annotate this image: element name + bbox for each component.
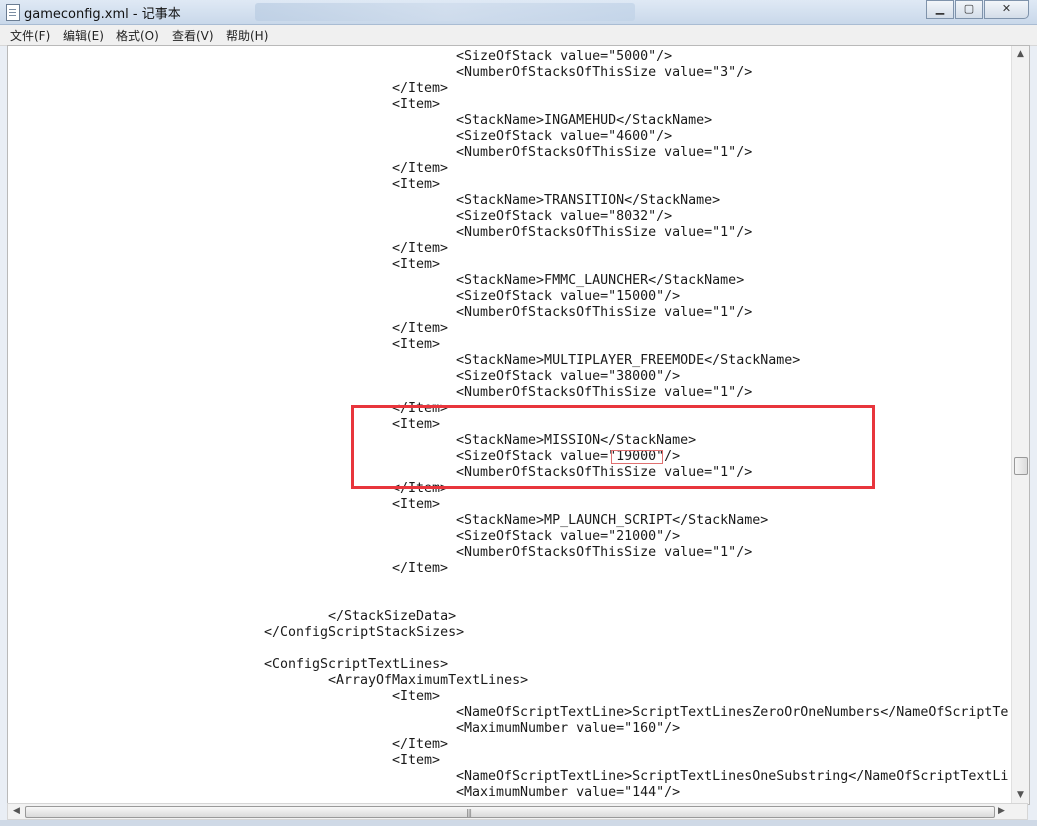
scroll-grip-icon: |||	[466, 808, 472, 817]
menu-view[interactable]: 查看(V)	[172, 27, 214, 44]
window-title: gameconfig.xml - 记事本	[24, 7, 181, 22]
text-line: <NumberOfStacksOfThisSize value="1"/>	[456, 305, 753, 320]
text-line: <SizeOfStack value="4600"/>	[456, 129, 673, 144]
text-line: <Item>	[392, 257, 441, 272]
title-bar: gameconfig.xml - 记事本 ▁ ▢ ✕	[0, 0, 1037, 25]
menu-help[interactable]: 帮助(H)	[226, 27, 268, 44]
text-line: <NumberOfStacksOfThisSize value="3"/>	[456, 65, 753, 80]
text-line: </Item>	[392, 321, 449, 336]
text-line: <NumberOfStacksOfThisSize value="1"/>	[456, 145, 753, 160]
menu-file[interactable]: 文件(F)	[10, 27, 50, 44]
text-line: <ArrayOfMaximumTextLines>	[328, 673, 529, 688]
text-line: <NumberOfStacksOfThisSize value="1"/>	[456, 545, 753, 560]
window-controls: ▁ ▢ ✕	[925, 0, 1029, 19]
horizontal-scroll-thumb[interactable]: |||	[25, 806, 995, 818]
text-line: <StackName>TRANSITION</StackName>	[456, 193, 721, 208]
scroll-down-arrow-icon[interactable]: ▼	[1012, 787, 1029, 804]
text-line: <Item>	[392, 689, 441, 704]
text-line: <SizeOfStack value="15000"/>	[456, 289, 681, 304]
menu-edit[interactable]: 编辑(E)	[63, 27, 104, 44]
menu-bar: 文件(F) 编辑(E) 格式(O) 查看(V) 帮助(H)	[0, 25, 1037, 46]
text-line: <StackName>MULTIPLAYER_FREEMODE</StackNa…	[456, 353, 801, 368]
scroll-left-arrow-icon[interactable]: ◀	[8, 804, 25, 819]
highlight-annotation-box	[351, 405, 875, 489]
text-line: <MaximumNumber value="160"/>	[456, 721, 681, 736]
horizontal-scrollbar[interactable]: ◀ ||| ▶	[7, 803, 1028, 820]
text-line: <NumberOfStacksOfThisSize value="1"/>	[456, 385, 753, 400]
vertical-scrollbar[interactable]: ▲ ▼	[1011, 46, 1029, 804]
text-line: <StackName>INGAMEHUD</StackName>	[456, 113, 713, 128]
text-line: <SizeOfStack value="21000"/>	[456, 529, 681, 544]
text-line: </Item>	[392, 241, 449, 256]
text-line: <NameOfScriptTextLine>ScriptTextLinesZer…	[456, 705, 1009, 720]
scroll-right-arrow-icon[interactable]: ▶	[993, 804, 1010, 819]
text-line: <SizeOfStack value="38000"/>	[456, 369, 681, 384]
text-line: <NameOfScriptTextLine>ScriptTextLinesOne…	[456, 769, 1009, 784]
maximize-button[interactable]: ▢	[955, 0, 983, 19]
text-line: <Item>	[392, 177, 441, 192]
text-line: <StackName>FMMC_LAUNCHER</StackName>	[456, 273, 745, 288]
minimize-button[interactable]: ▁	[926, 0, 954, 19]
text-line: </ConfigScriptStackSizes>	[264, 625, 465, 640]
text-line: <Item>	[392, 97, 441, 112]
blurred-taskbar-region	[255, 3, 635, 21]
text-line: <StackName>MP_LAUNCH_SCRIPT</StackName>	[456, 513, 769, 528]
window-bottom-edge	[0, 820, 1037, 826]
text-line: </StackSizeData>	[328, 609, 457, 624]
notepad-icon	[6, 4, 20, 21]
text-line: <SizeOfStack value="8032"/>	[456, 209, 673, 224]
text-line: <Item>	[392, 497, 441, 512]
text-line: <MaximumNumber value="144"/>	[456, 785, 681, 800]
text-line: <Item>	[392, 753, 441, 768]
menu-format[interactable]: 格式(O)	[116, 27, 159, 44]
text-line: <NumberOfStacksOfThisSize value="1"/>	[456, 225, 753, 240]
vertical-scroll-thumb[interactable]	[1014, 457, 1028, 475]
close-button[interactable]: ✕	[984, 0, 1029, 19]
text-line: </Item>	[392, 161, 449, 176]
selection-outline	[611, 450, 663, 464]
text-line: <Item>	[392, 337, 441, 352]
scroll-up-arrow-icon[interactable]: ▲	[1012, 46, 1029, 63]
text-line: <ConfigScriptTextLines>	[264, 657, 449, 672]
text-line: </Item>	[392, 81, 449, 96]
text-line: </Item>	[392, 737, 449, 752]
text-line: <SizeOfStack value="5000"/>	[456, 49, 673, 64]
text-line: </Item>	[392, 561, 449, 576]
